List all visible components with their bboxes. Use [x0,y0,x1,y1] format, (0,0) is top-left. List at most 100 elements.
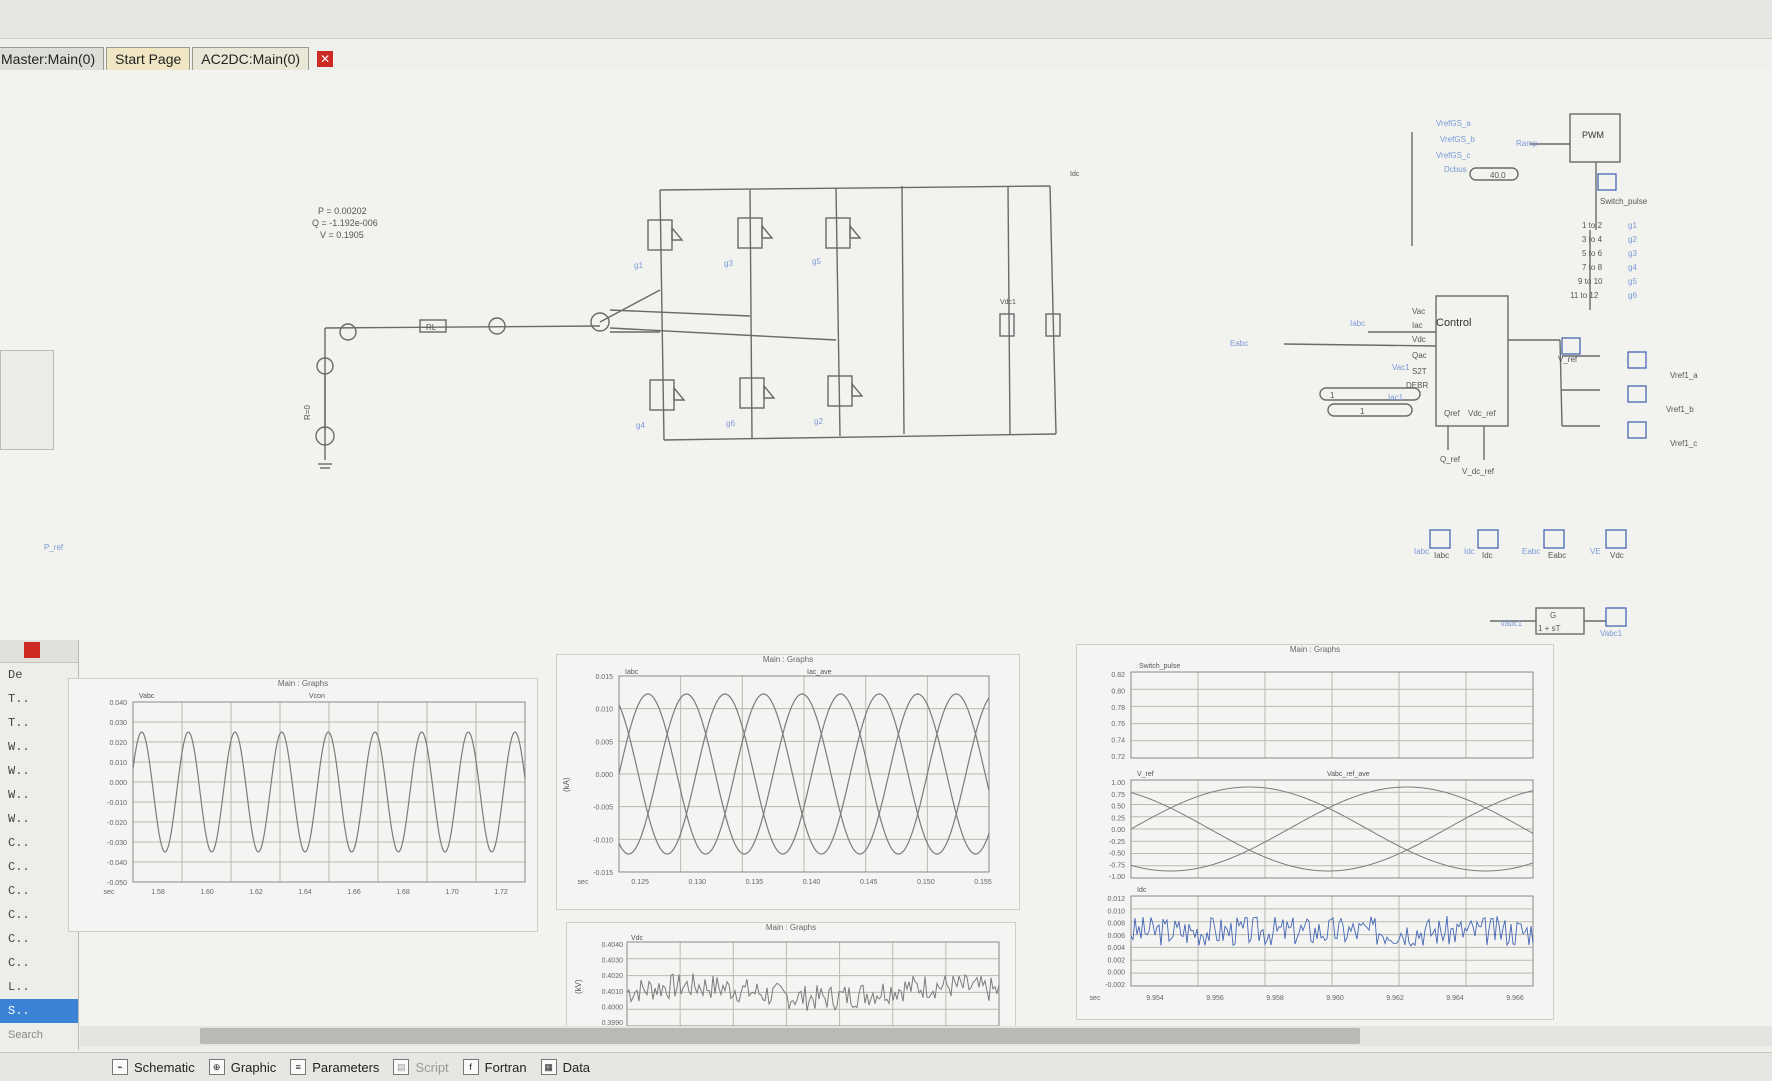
tab-graphic[interactable]: ⊕ Graphic [208,1059,277,1075]
tab-fortran[interactable]: f Fortran [462,1059,527,1075]
panel-list-item[interactable]: S.. [0,999,78,1023]
graph-4-plot: Switch_pulse V_ref Vabc_ref_ave Idc 0.82… [1090,663,1534,1002]
graph-4-title: Main : Graphs [1289,645,1341,654]
x-tick-label: 0.135 [746,879,764,886]
parameters-icon: ≡ [290,1059,307,1075]
vref-c-label: Vref1_c [1670,439,1697,448]
switch-map-3: 5 to 6 [1582,249,1603,258]
switch-g1: g1 [1628,221,1637,230]
panel-list-item[interactable]: C.. [0,927,78,951]
tab-parameters[interactable]: ≡ Parameters [290,1059,379,1075]
control-block [1435,295,1509,427]
graph-panel-4[interactable]: Main : Graphs Switch_pulse V_ref Vabc_re… [1076,644,1554,1020]
graph-2-trace-0: Iabc [625,669,639,676]
y-tick-label: 0.010 [109,760,127,767]
y-tick-label: 0.78 [1111,705,1125,712]
dc-voltage-label: Vdc1 [1000,299,1016,306]
y-tick-label: 0.25 [1111,815,1125,822]
y-tick-label: -0.75 [1109,862,1125,869]
vref-b-label: Vref1_b [1666,405,1694,414]
x-tick-label: 0.150 [917,879,935,886]
switch-g4: g4 [1628,263,1637,272]
graph-panel-1[interactable]: Main : Graphs Vabc Vcon 0.040 0.030 0.020 0… [68,678,538,932]
panel-list-item[interactable]: W.. [0,735,78,759]
y-tick-label: -0.050 [107,880,127,887]
control-output-qref: Qref [1444,409,1460,418]
panel-list-item[interactable]: T.. [0,687,78,711]
horizontal-scrollbar-thumb[interactable] [200,1028,1360,1044]
meter-label-idc: Idc [1464,547,1475,556]
left-mini-panel[interactable] [0,350,54,450]
y-tick-label: 0.006 [1107,933,1125,940]
y-tick-label: -0.030 [107,840,127,847]
x-tick-label: 0.130 [689,879,707,886]
tab-schematic[interactable]: ⌁ Schematic [112,1059,195,1075]
y-tick-label: 0.010 [1107,908,1125,915]
panel-list-item[interactable]: W.. [0,807,78,831]
meter-idc: Idc [1482,551,1493,560]
y-tick-label: 0.74 [1111,738,1125,745]
panel-list-item[interactable]: W.. [0,759,78,783]
tab-start-page[interactable]: Start Page [106,47,191,70]
control-input-s2t: S2T [1412,367,1427,376]
panel-list-item[interactable]: W.. [0,783,78,807]
graph-1-trace-1: Vcon [309,693,325,700]
control-input-vdc: Vdc [1412,335,1426,344]
graph-panel-3[interactable]: Main : Graphs Vdc (kV) 0.4040 0.4030 0.402… [566,922,1016,1032]
gate-label-g2: g2 [814,417,823,426]
x-tick-label: sec [578,879,589,886]
meter-label-iabc: Iabc [1414,547,1429,556]
panel-list-item[interactable]: C.. [0,879,78,903]
x-tick-label: 1.68 [396,889,410,896]
tab-ac2dc-main[interactable]: AC2DC:Main(0) [192,47,310,70]
graph-2-trace-1: Iac_ave [807,669,832,676]
x-tick-label: 1.66 [347,889,361,896]
graph-3-title: Main : Graphs [765,923,817,932]
search-field[interactable]: Search [0,1023,78,1047]
panel-list-item[interactable]: C.. [0,903,78,927]
pwm-input-c: VrefGS_c [1436,151,1470,160]
panel-list-item[interactable]: T.. [0,711,78,735]
tf-denominator: 1 + sT [1538,624,1561,633]
tab-master-main[interactable]: Master:Main(0) [0,47,105,70]
close-panel-icon[interactable] [24,642,40,658]
y-tick-label: 0.010 [595,707,613,714]
graph-4-trace-vabc: Vabc_ref_ave [1327,771,1370,778]
graph-panel-2[interactable]: Main : Graphs Iabc Iac_ave (kA) 0.015 0.0… [556,654,1020,910]
y-tick-label: -0.040 [107,860,127,867]
tab-graphic-label: Graphic [230,1059,277,1075]
capacitor-block [999,313,1015,337]
x-tick-label: sec [1090,995,1101,1002]
gate-label-g5: g5 [812,257,821,266]
control-output-vdcref: Vdc_ref [1468,409,1496,418]
y-tick-label: 0.4010 [602,989,624,996]
const-2: 1 [1360,407,1365,416]
panel-list-item[interactable]: C.. [0,855,78,879]
switch-pulse-label: Switch_pulse [1600,197,1648,206]
panel-list-item[interactable]: L.. [0,975,78,999]
gate-label-g1: g1 [634,261,643,270]
close-tab-icon[interactable]: ✕ [317,51,334,67]
switch-g6: g6 [1628,291,1637,300]
x-tick-label: 9.964 [1446,995,1464,1002]
data-icon: ▦ [540,1059,557,1075]
y-tick-label: 0.020 [109,740,127,747]
tab-parameters-label: Parameters [312,1059,380,1075]
graph-4-trace-vref: V_ref [1137,771,1154,778]
y-tick-label: 0.80 [1111,688,1125,695]
y-tick-label: -0.002 [1105,982,1125,989]
y-tick-label: 0.040 [109,700,127,707]
y-tick-label: -1.00 [1109,874,1125,881]
panel-list-item[interactable]: C.. [0,831,78,855]
graph-3-plot: Vdc (kV) 0.40400.40300.40200.40100.40000… [574,935,1000,1027]
x-tick-label: 1.60 [200,889,214,896]
tab-data[interactable]: ▦ Data [540,1059,590,1075]
panel-list-item[interactable]: C.. [0,951,78,975]
y-tick-label: 0.4020 [602,973,624,980]
y-tick-label: 0.012 [1107,896,1125,903]
tab-script-label: Script [415,1059,449,1075]
script-icon: ▤ [393,1059,410,1075]
circuit-diagram[interactable]: P = 0.00202 Q = -1.192e-006 V = 0.1905 R… [0,70,1772,650]
tab-script[interactable]: ▤ Script [393,1059,449,1075]
switch-map-4: 7 to 8 [1582,263,1603,272]
